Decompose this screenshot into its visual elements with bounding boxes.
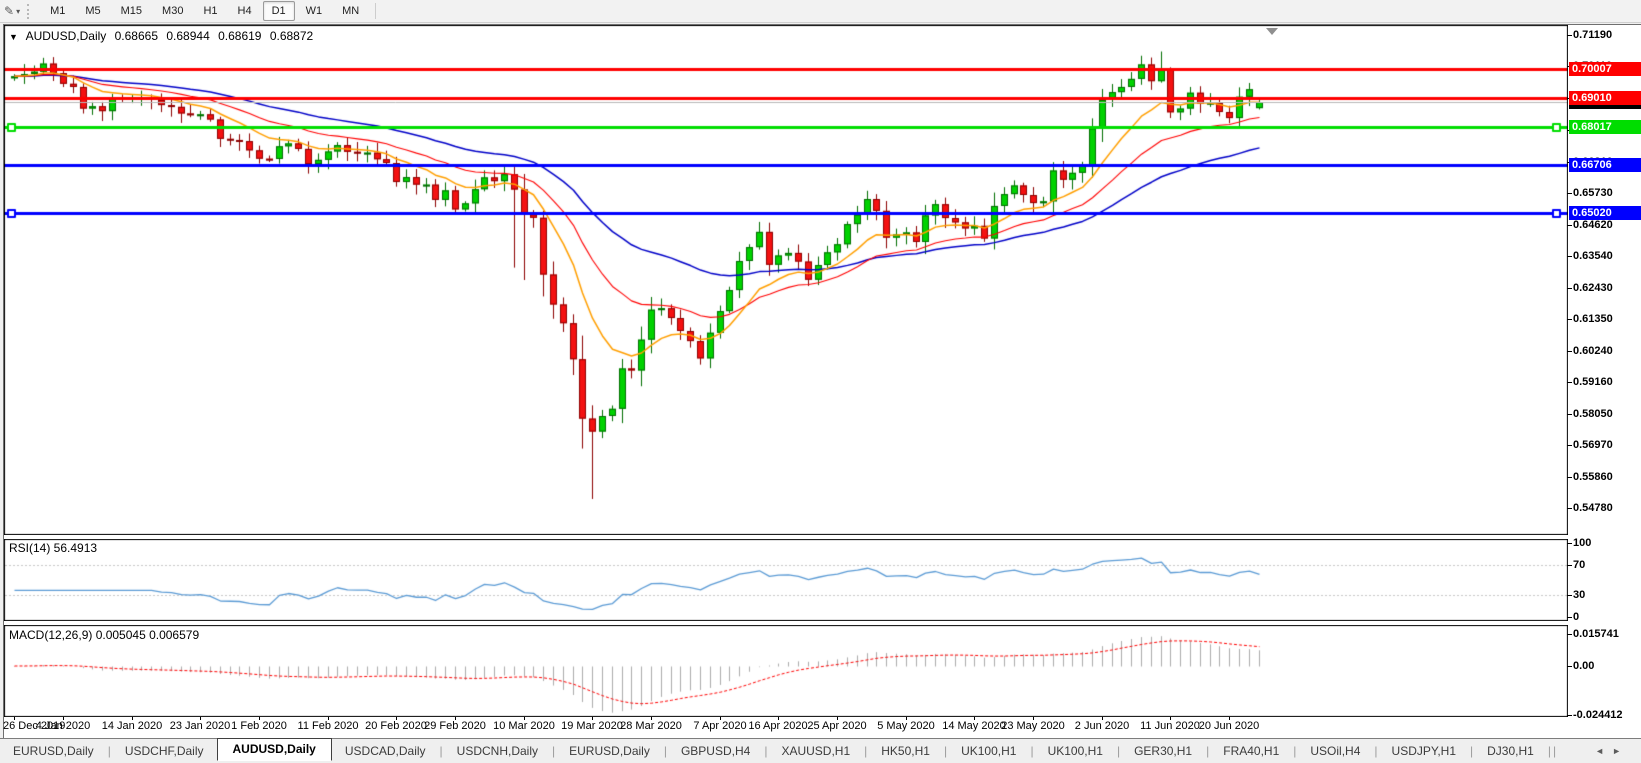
level-price-badge: 0.65020: [1569, 206, 1641, 221]
dropdown-caret-icon[interactable]: ▾: [16, 7, 20, 16]
date-label: 11 Jun 2020: [1140, 720, 1200, 732]
timeframe-button-m5[interactable]: M5: [76, 1, 109, 21]
timeframe-button-h1[interactable]: H1: [194, 1, 226, 21]
timeframe-button-w1[interactable]: W1: [297, 1, 332, 21]
macd-panel-canvas[interactable]: [4, 625, 1568, 717]
price-tick-label: 0.54780: [1567, 502, 1613, 515]
chart-tab-dj30-h1[interactable]: DJ30,H1: [1474, 740, 1547, 762]
chart-tab-xauusd-h1[interactable]: XAUUSD,H1: [768, 740, 863, 762]
timeframe-button-m15[interactable]: M15: [112, 1, 151, 21]
price-tick-label: 0.59160: [1567, 376, 1613, 388]
date-label: 20 Feb 2020: [365, 720, 427, 732]
tab-scroll-arrows: ◄►: [1595, 746, 1641, 756]
price-tick-label: 0.61350: [1567, 312, 1613, 325]
chart-tab-hk50-h1[interactable]: HK50,H1: [868, 740, 943, 762]
chart-tab-usdchf-daily[interactable]: USDCHF,Daily: [112, 740, 217, 762]
price-tick-label: 0.71190: [1566, 29, 1613, 42]
ohlc-open: 0.68665: [114, 29, 159, 43]
level-price-badge: 0.68017: [1569, 119, 1641, 134]
date-label: 16 Apr 2020: [748, 720, 808, 732]
date-label: 1 Feb 2020: [231, 720, 287, 732]
level-price-badge: 0.70007: [1569, 62, 1641, 77]
date-label: 29 Feb 2020: [424, 720, 486, 732]
timeframe-button-m30[interactable]: M30: [153, 1, 192, 21]
ohlc-low: 0.68619: [218, 29, 262, 43]
rsi-tick-label: 0: [1566, 611, 1580, 623]
chart-tab-usdcad-daily[interactable]: USDCAD,Daily: [332, 740, 439, 762]
date-label: 25 Apr 2020: [807, 720, 867, 732]
draw-tool-icon[interactable]: ✎: [0, 4, 16, 18]
chart-tab-bar: EURUSD,Daily | USDCHF,Daily AUDUSD,Daily USD…: [0, 738, 1641, 763]
date-label: 7 Apr 2020: [693, 720, 747, 732]
date-label: 23 May 2020: [1001, 720, 1065, 732]
chart-tab-fra40-h1[interactable]: FRA40,H1: [1210, 740, 1292, 762]
macd-tick-label: -0.024412: [1567, 709, 1623, 721]
timeframe-button-h4[interactable]: H4: [229, 1, 261, 21]
chart-shift-marker-icon[interactable]: [1266, 28, 1278, 35]
price-tick-label: 0.60240: [1567, 344, 1613, 357]
macd-label: MACD(12,26,9) 0.005045 0.006579: [9, 628, 200, 642]
price-tick-label: 0.62430: [1567, 281, 1613, 294]
top-toolbar: ✎ ▾ M1 M5 M15 M30 H1 H4 D1 W1 MN: [0, 0, 1641, 23]
ohlc-high: 0.68944: [166, 29, 210, 43]
date-label: 19 Mar 2020: [561, 720, 623, 732]
price-tick-label: 0.58050: [1567, 407, 1613, 420]
date-label: 14 May 2020: [942, 720, 1006, 732]
chart-tab-uk100-h1[interactable]: UK100,H1: [948, 740, 1029, 762]
chart-tab-eurusd-daily[interactable]: EURUSD,Daily: [0, 740, 107, 762]
chart-tab-eurusd-daily[interactable]: EURUSD,Daily: [556, 740, 663, 762]
macd-tick-label: 0.015741: [1567, 628, 1619, 641]
date-label: 10 Mar 2020: [493, 720, 555, 732]
macd-tick-label: 0.00: [1566, 660, 1595, 672]
timeframe-button-m1[interactable]: M1: [41, 1, 74, 21]
rsi-label: RSI(14) 56.4913: [9, 541, 98, 555]
date-label: 28 Mar 2020: [620, 720, 682, 732]
toolbar-grip[interactable]: [27, 3, 33, 19]
date-label: 11 Feb 2020: [297, 720, 359, 732]
date-label: 23 Jan 2020: [169, 720, 231, 732]
date-label: 14 Jan 2020: [101, 720, 163, 732]
level-price-badge: 0.66706: [1569, 157, 1641, 172]
price-tick-label: 0.63540: [1567, 249, 1613, 262]
level-price-badge: 0.69010: [1569, 91, 1641, 106]
price-tick-label: 0.55860: [1567, 471, 1613, 484]
chart-tab-usdcnh-daily[interactable]: USDCNH,Daily: [444, 740, 551, 762]
chart-tab-usoil-h4[interactable]: USOil,H4: [1297, 740, 1373, 762]
date-label: 20 Jun 2020: [1198, 720, 1260, 732]
timeframe-button-d1[interactable]: D1: [262, 1, 295, 21]
chart-tab-ger30-h1[interactable]: GER30,H1: [1121, 740, 1205, 762]
date-label: 4 Jan 2020: [35, 720, 91, 732]
tab-scroll-right-icon[interactable]: ►: [1612, 746, 1629, 756]
tab-scroll-left-icon[interactable]: ◄: [1595, 746, 1612, 756]
rsi-tick-label: 100: [1566, 537, 1592, 549]
timeframe-buttons: M1 M5 M15 M30 H1 H4 D1 W1 MN: [40, 1, 369, 21]
chart-tab-usdjpy-h1[interactable]: USDJPY,H1: [1379, 740, 1469, 762]
timeframe-button-mn[interactable]: MN: [333, 1, 368, 21]
chart-tab-audusd-daily[interactable]: AUDUSD,Daily: [216, 738, 332, 761]
chart-title: ▼ AUDUSD,Daily 0.68665 0.68944 0.68619 0…: [9, 29, 318, 43]
price-tick-label: 0.56970: [1567, 439, 1613, 452]
chart-title-caret-icon[interactable]: ▼: [9, 32, 18, 42]
tab-separator: |: [1552, 744, 1557, 758]
rsi-panel-canvas[interactable]: [4, 539, 1568, 621]
toolbar-separator: [375, 3, 377, 19]
chart-symbol: AUDUSD,Daily: [25, 29, 107, 43]
rsi-tick-label: 70: [1566, 559, 1586, 572]
chart-tab-gbpusd-h4[interactable]: GBPUSD,H4: [668, 740, 763, 762]
rsi-tick-label: 30: [1566, 588, 1586, 601]
ohlc-close: 0.68872: [269, 29, 314, 43]
main-chart-canvas[interactable]: [4, 25, 1568, 535]
date-label: 5 May 2020: [877, 720, 935, 732]
date-label: 2 Jun 2020: [1074, 720, 1130, 732]
price-tick-label: 0.65730: [1567, 186, 1613, 199]
chart-tab-uk100-h1[interactable]: UK100,H1: [1035, 740, 1116, 762]
